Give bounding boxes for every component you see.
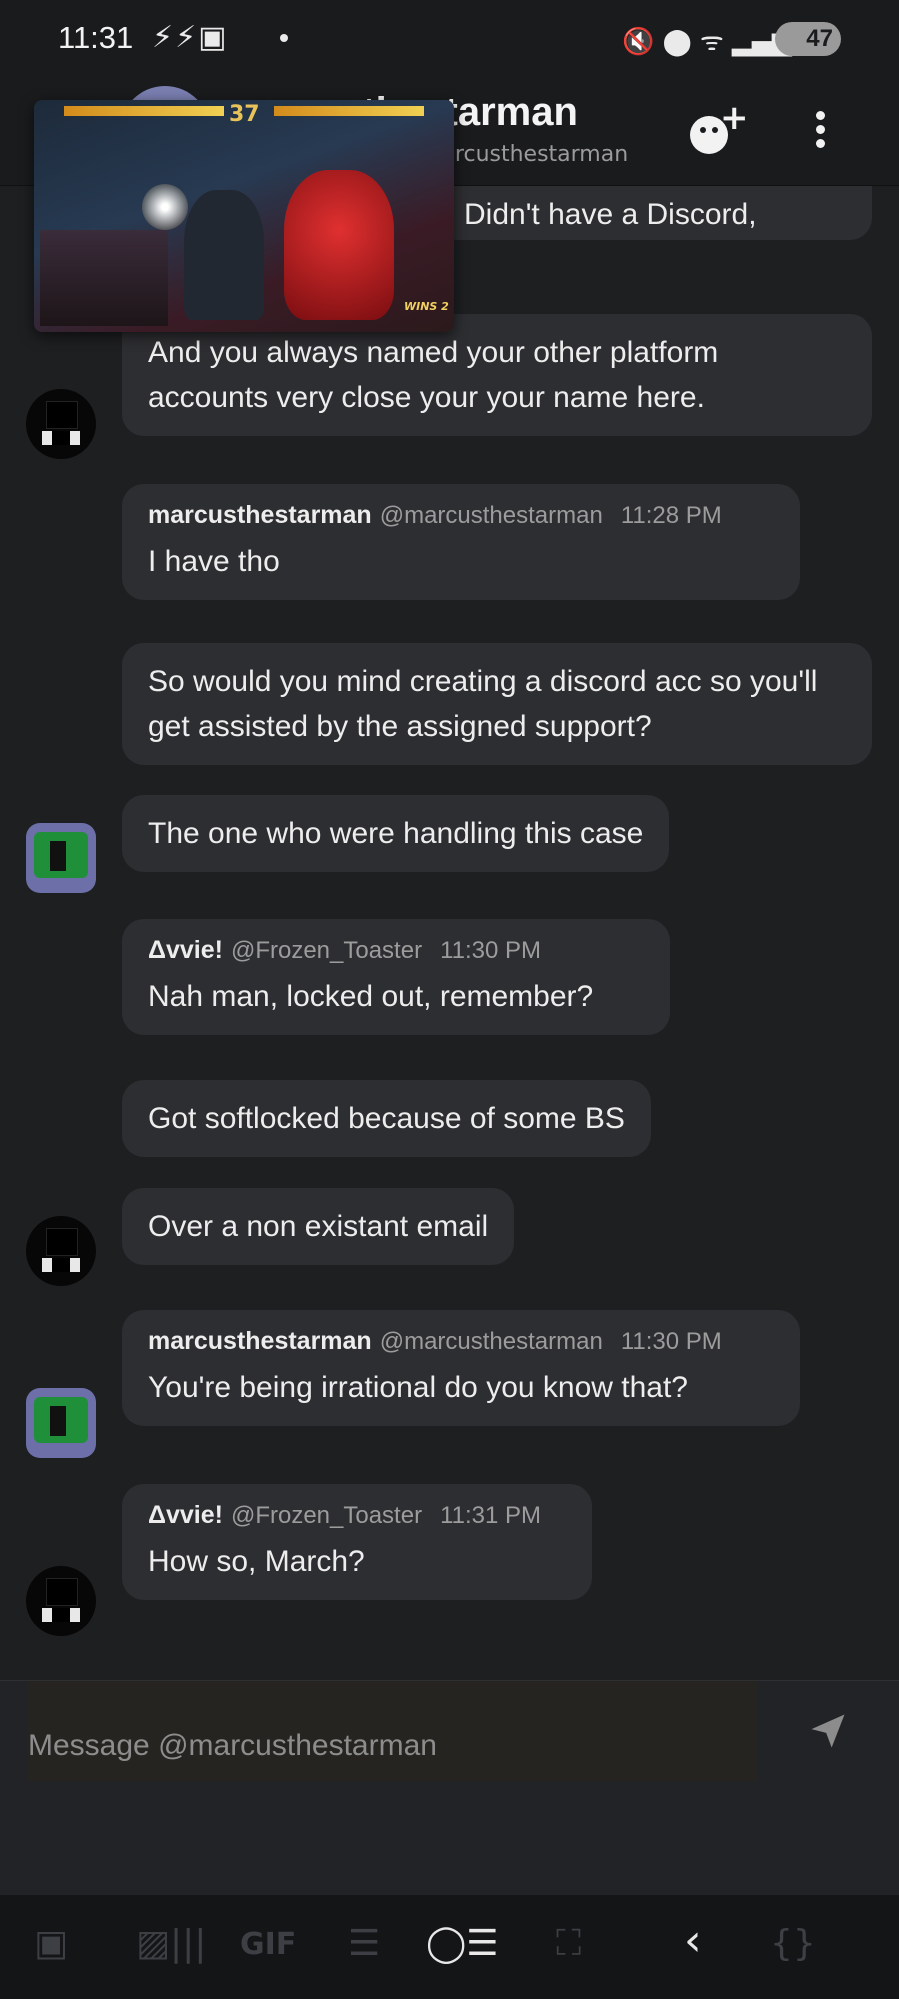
message-timestamp: 11:30 PM <box>440 937 542 964</box>
more-options-button[interactable] <box>800 106 840 166</box>
add-friend-button[interactable]: + <box>680 98 749 162</box>
message-bubble[interactable]: The one who were handling this case <box>122 795 670 872</box>
message-text: How so, March? <box>148 1545 365 1578</box>
system-status-icons: 🔇 ⬤ ᯤ ▂▄▆ <box>622 27 792 57</box>
message-text: Got softlocked because of some BS <box>148 1102 625 1135</box>
message-bubble[interactable]: Over a non existant email <box>122 1188 515 1265</box>
user-avatar[interactable] <box>26 823 96 893</box>
message-handle: @Frozen_Toaster <box>230 937 423 964</box>
fighter-left <box>184 190 264 320</box>
message-bubble[interactable]: marcusthestarman @marcusthestarman 11:30 P… <box>122 1310 800 1426</box>
message-bubble[interactable]: So would you mind creating a discord acc… <box>122 643 872 765</box>
message-text: The one who were handling this case <box>148 817 644 850</box>
notification-icons: ⚡⚡▣ <box>152 20 229 55</box>
message-handle: @Frozen_Toaster <box>230 1502 423 1529</box>
message-text: Over a non existant email <box>148 1210 489 1243</box>
message-list[interactable]: Didn't have a Discord, And you always na… <box>0 186 899 1680</box>
message-author[interactable]: marcusthestarman <box>148 1327 372 1355</box>
health-bar-right <box>274 106 424 116</box>
message-handle: @marcusthestarman <box>379 502 603 529</box>
message-timestamp: 11:31 PM <box>440 1502 542 1529</box>
home-button-icon[interactable]: ◯☰ <box>426 1923 499 1964</box>
status-bar: 11:31 ⚡⚡▣ 🔇 ⬤ ᯤ ▂▄▆ 47 <box>0 0 899 80</box>
health-bar-left <box>64 106 224 116</box>
message-author[interactable]: Δvvie! <box>148 1501 223 1529</box>
status-time: 11:31 <box>58 20 134 55</box>
message-header: Δvvie! @Frozen_Toaster 11:30 PM <box>148 935 644 966</box>
list-icon[interactable]: ☰ <box>348 1923 380 1964</box>
user-avatar[interactable] <box>26 1566 96 1636</box>
message-timestamp: 11:30 PM <box>620 1328 722 1355</box>
message-bubble[interactable]: marcusthestarman @marcusthestarman 11:28 P… <box>122 484 800 600</box>
user-avatar[interactable] <box>26 1216 96 1286</box>
battery-icon: 47 <box>775 22 841 56</box>
image-icon[interactable]: ▨||| <box>136 1923 206 1964</box>
message-handle: @marcusthestarman <box>379 1328 603 1355</box>
sticker-icon[interactable]: ▣ <box>34 1923 68 1964</box>
wins-label: WINS 2 <box>404 300 449 313</box>
message-text: You're being irrational do you know that… <box>148 1371 688 1404</box>
code-icon[interactable]: {} <box>770 1923 816 1964</box>
message-input[interactable] <box>28 1681 758 1781</box>
gif-icon[interactable]: GIF <box>240 1927 296 1962</box>
message-timestamp: 11:28 PM <box>620 502 722 529</box>
pip-video-overlay[interactable]: 37 WINS 2 <box>34 100 454 332</box>
message-composer <box>0 1680 899 1895</box>
send-icon <box>811 1714 845 1748</box>
notification-dot-icon <box>280 34 288 42</box>
user-avatar[interactable] <box>26 389 96 459</box>
round-counter: 37 <box>229 102 260 127</box>
message-header: marcusthestarman @marcusthestarman 11:28 P… <box>148 500 774 531</box>
message-bubble[interactable]: And you always named your other platform… <box>122 314 872 436</box>
hit-flash <box>142 184 188 230</box>
message-bubble[interactable]: Δvvie! @Frozen_Toaster 11:30 PM Nah man, l… <box>122 919 670 1035</box>
plus-icon: + <box>720 98 749 138</box>
fighter-right <box>284 170 394 320</box>
message-author[interactable]: marcusthestarman <box>148 501 372 529</box>
message-author[interactable]: Δvvie! <box>148 936 223 964</box>
message-bubble[interactable]: Got softlocked because of some BS <box>122 1080 651 1157</box>
message-text: I have tho <box>148 545 280 578</box>
message-bubble[interactable]: Δvvie! @Frozen_Toaster 11:31 PM How so, Ma… <box>122 1484 592 1600</box>
user-avatar[interactable] <box>26 1388 96 1458</box>
send-button[interactable] <box>806 1709 854 1757</box>
message-text: Nah man, locked out, remember? <box>148 980 594 1013</box>
keyboard-toolbar: ▣ ▨||| GIF ☰ ◯☰ ⛶ ‹ {} <box>0 1895 899 1999</box>
streamer-webcam <box>40 230 168 326</box>
screenshot-icon[interactable]: ⛶ <box>556 1923 581 1965</box>
message-header: marcusthestarman @marcusthestarman 11:30 P… <box>148 1326 774 1357</box>
message-text: So would you mind creating a discord acc… <box>148 665 818 743</box>
message-text: And you always named your other platform… <box>148 336 719 414</box>
back-icon[interactable]: ‹ <box>684 1915 702 1966</box>
message-header: Δvvie! @Frozen_Toaster 11:31 PM <box>148 1500 566 1531</box>
